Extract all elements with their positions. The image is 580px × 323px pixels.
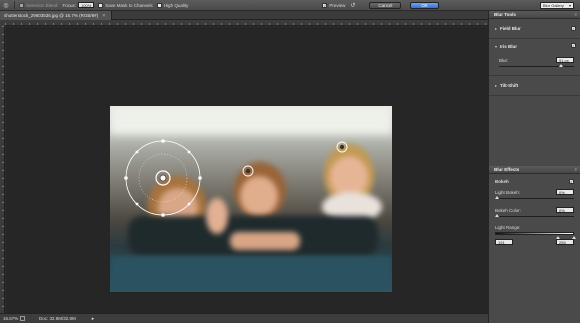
blur-effects-controls: Bokeh Light Bokeh: 0% Bokeh Color: 0% Li… xyxy=(489,174,580,247)
light-bokeh-label: Light Bokeh: xyxy=(495,189,521,195)
iris-handle-left[interactable] xyxy=(124,176,128,180)
document-tab-title: shutterstock_29603536.jpg @ 16.7% (RGB/8… xyxy=(4,12,99,18)
blur-tool-icon[interactable]: ◎ xyxy=(2,2,10,9)
light-range-low-field[interactable]: 191 xyxy=(495,239,513,245)
bokeh-color-slider[interactable] xyxy=(495,214,574,217)
ok-button[interactable]: OK xyxy=(410,1,439,9)
light-bokeh-slider-thumb[interactable] xyxy=(495,196,499,199)
iris-handle-top[interactable] xyxy=(161,139,165,143)
selection-bleed-checkbox[interactable] xyxy=(19,2,24,8)
tilt-shift-item[interactable]: ▸ Tilt-Shift xyxy=(489,76,580,96)
close-icon[interactable]: × xyxy=(102,13,105,19)
expand-triangle-icon[interactable]: ▾ xyxy=(495,44,497,49)
light-range-high-field[interactable]: 255 xyxy=(556,239,574,245)
focus-field[interactable]: 100% xyxy=(78,2,95,8)
blur-slider[interactable] xyxy=(499,64,574,67)
tilt-shift-label: Tilt-Shift xyxy=(500,83,519,88)
save-mask-option: Save Mask to Channels xyxy=(98,2,153,8)
light-range-low-thumb[interactable] xyxy=(556,236,560,239)
blur-label: Blur: xyxy=(499,57,509,63)
iris-roundness-handle[interactable] xyxy=(187,150,191,154)
iris-handle-right[interactable] xyxy=(198,176,202,180)
blur-pin-active[interactable] xyxy=(159,174,167,182)
panel-menu-icon[interactable]: ≡ xyxy=(575,166,577,174)
preview-checkbox[interactable] xyxy=(322,2,328,8)
canvas-area[interactable] xyxy=(6,27,488,313)
preview-label: Preview xyxy=(329,2,346,8)
chevron-down-icon: ▾ xyxy=(568,3,571,8)
workspace-select[interactable]: Blur Gallery ▾ xyxy=(540,2,574,9)
iris-handle-bottom[interactable] xyxy=(161,213,165,217)
document-tab[interactable]: shutterstock_29603536.jpg @ 16.7% (RGB/8… xyxy=(0,10,113,20)
iris-blur-overlay[interactable] xyxy=(6,27,488,313)
bokeh-row: Bokeh xyxy=(495,179,574,184)
bokeh-color-slider-thumb[interactable] xyxy=(495,214,499,217)
light-bokeh-field[interactable]: 0% xyxy=(556,189,574,195)
focus-control: Focus: 100% xyxy=(63,2,95,8)
zoom-level[interactable]: 16.67% xyxy=(0,316,18,321)
preview-option: Preview ↺ xyxy=(322,2,355,9)
high-quality-label: High Quality xyxy=(163,2,189,8)
blur-row: Blur: 91 px xyxy=(495,57,574,63)
blur-effects-title: Blur Effects xyxy=(494,167,520,172)
bokeh-color-row: Bokeh Color: 0% xyxy=(495,207,574,213)
field-blur-label: Field Blur xyxy=(500,26,521,31)
divider xyxy=(14,1,15,9)
status-arrow-icon[interactable]: ▸ xyxy=(92,316,95,322)
iris-blur-item[interactable]: ▾ Iris Blur xyxy=(489,39,580,53)
collapse-triangle-icon[interactable]: ▸ xyxy=(495,83,497,88)
light-range-high-thumb[interactable] xyxy=(572,236,576,239)
blur-value-field[interactable]: 91 px xyxy=(556,57,574,63)
blur-tools-header[interactable]: Blur Tools ≡ xyxy=(489,11,580,19)
collapse-triangle-icon[interactable]: ▸ xyxy=(495,26,497,31)
status-bar: 16.67% Doc: 32.8M/32.8M ▸ xyxy=(0,313,488,323)
blur-gallery-panel: Blur Tools ≡ ▸ Field Blur ▾ Iris Blur Bl… xyxy=(488,11,580,323)
iris-feather-handle-tl[interactable] xyxy=(135,150,139,154)
bokeh-label: Bokeh xyxy=(495,179,509,184)
high-quality-checkbox[interactable] xyxy=(156,2,162,8)
blur-amount-control: Blur: 91 px xyxy=(489,53,580,71)
light-range-fields: 191 255 xyxy=(495,239,574,245)
field-blur-item[interactable]: ▸ Field Blur xyxy=(489,19,580,39)
workspace-select-value: Blur Gallery xyxy=(543,3,564,8)
light-range-label: Light Range: xyxy=(495,225,521,230)
selection-bleed-label: Selection Bleed: xyxy=(26,2,59,8)
doc-size: Doc: 32.8M/32.8M xyxy=(39,316,76,321)
reset-pins-icon[interactable]: ↺ xyxy=(350,2,355,9)
ruler-horizontal xyxy=(5,20,488,26)
iris-blur-checkbox[interactable] xyxy=(571,43,576,48)
light-range-gradient[interactable] xyxy=(495,232,576,239)
blur-pin[interactable] xyxy=(339,144,345,150)
ruler-vertical xyxy=(0,26,5,313)
save-mask-checkbox[interactable] xyxy=(98,2,104,8)
document-info-icon[interactable] xyxy=(20,316,25,321)
options-bar: ◎ Selection Bleed: Focus: 100% Save Mask… xyxy=(0,0,580,11)
blur-tools-empty-space xyxy=(489,96,580,166)
dialog-buttons: Cancel OK xyxy=(369,1,439,9)
iris-blur-section: ▾ Iris Blur Blur: 91 px xyxy=(489,39,580,76)
panel-menu-icon[interactable]: ≡ xyxy=(575,11,577,19)
focus-label: Focus: xyxy=(62,2,77,8)
bokeh-color-field[interactable]: 0% xyxy=(556,207,574,213)
document-tab-bar: shutterstock_29603536.jpg @ 16.7% (RGB/8… xyxy=(0,10,488,20)
save-mask-label: Save Mask to Channels xyxy=(105,2,153,8)
selection-bleed: Selection Bleed: xyxy=(19,2,59,8)
high-quality-option: High Quality xyxy=(156,2,189,8)
blur-slider-thumb[interactable] xyxy=(559,64,563,67)
blur-pin[interactable] xyxy=(245,168,251,174)
field-blur-checkbox[interactable] xyxy=(571,26,576,31)
light-bokeh-slider[interactable] xyxy=(495,196,574,199)
blur-tools-title: Blur Tools xyxy=(494,12,516,17)
bokeh-color-label: Bokeh Color: xyxy=(495,207,522,213)
iris-feather-handle-bl[interactable] xyxy=(135,202,139,206)
cancel-button[interactable]: Cancel xyxy=(369,1,402,9)
bokeh-checkbox[interactable] xyxy=(569,179,574,184)
light-bokeh-row: Light Bokeh: 0% xyxy=(495,189,574,195)
blur-effects-header[interactable]: Blur Effects ≡ xyxy=(489,166,580,174)
iris-blur-label: Iris Blur xyxy=(500,43,518,49)
iris-feather-handle-br[interactable] xyxy=(187,202,191,206)
